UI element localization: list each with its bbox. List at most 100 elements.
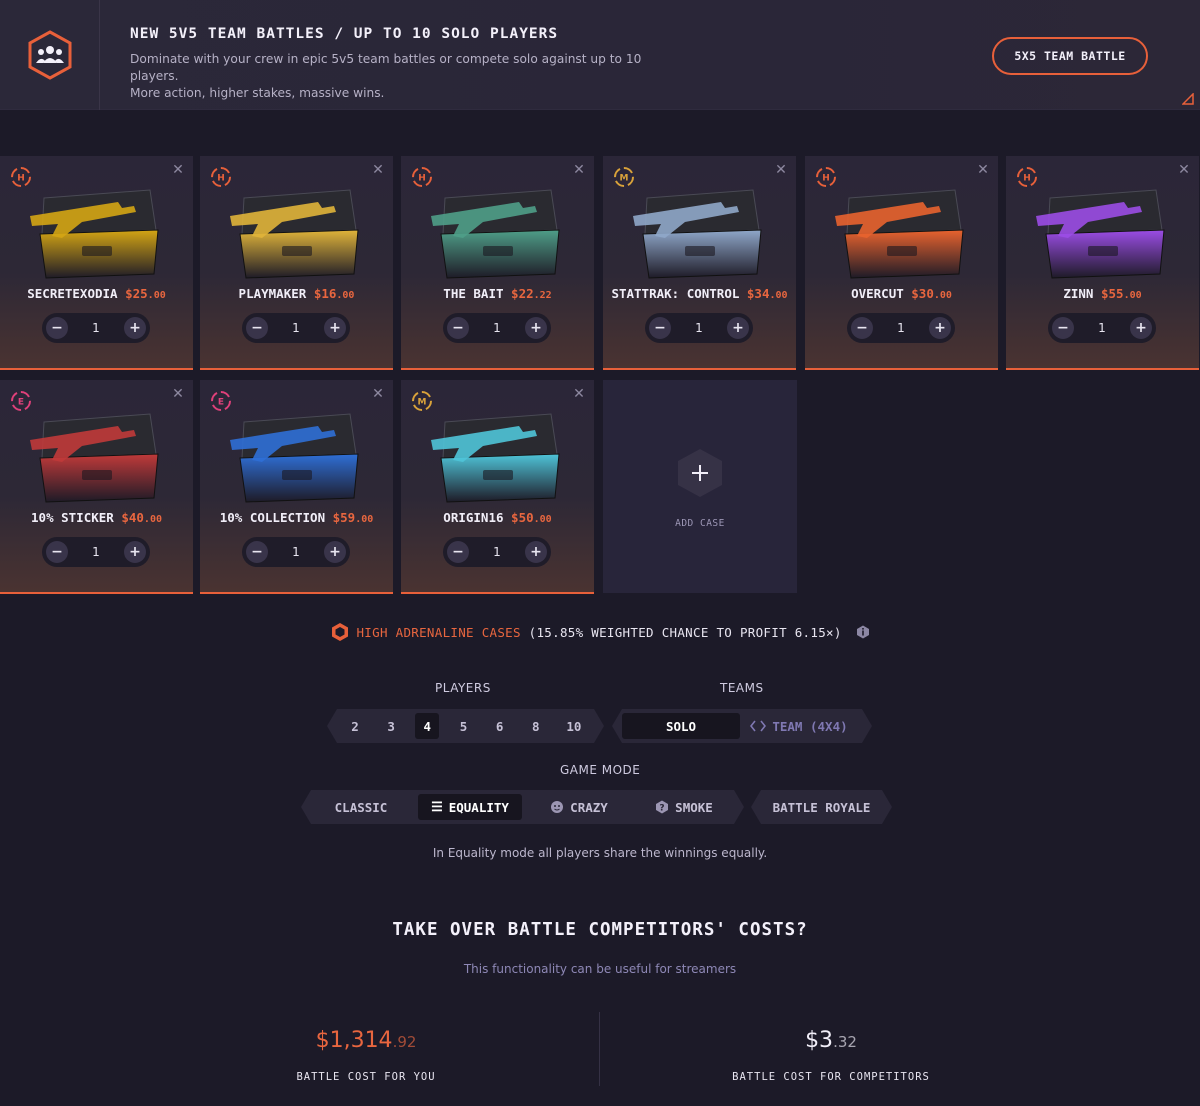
case-card[interactable]: H ✕ PLAYMAKER $16.00 − 1 +	[200, 156, 393, 370]
case-title: 10% STICKER	[31, 510, 114, 525]
case-title: STATTRAK: CONTROL	[611, 286, 740, 301]
case-odds-info: HIGH ADRENALINE CASES (15.85% WEIGHTED C…	[0, 622, 1200, 642]
team-option-solo[interactable]: SOLO	[622, 713, 740, 739]
case-card[interactable]: M ✕ ORIGIN16 $50.00 − 1 +	[401, 380, 594, 594]
decrease-button[interactable]: −	[46, 317, 68, 339]
case-price-cents: .00	[533, 514, 552, 525]
increase-button[interactable]: +	[123, 317, 146, 339]
increase-button[interactable]: +	[323, 317, 346, 339]
decrease-button[interactable]: −	[447, 541, 469, 563]
player-count-option[interactable]: 4	[415, 713, 439, 739]
increase-button[interactable]: +	[524, 541, 547, 563]
increase-button[interactable]: +	[726, 317, 749, 339]
increase-button[interactable]: +	[928, 317, 951, 339]
case-card[interactable]: M ✕ STATTRAK: CONTROL $34.00 − 1 +	[603, 156, 796, 370]
case-name: PLAYMAKER $16.00	[200, 286, 393, 301]
remove-case-icon[interactable]: ✕	[371, 163, 385, 177]
remove-case-icon[interactable]: ✕	[572, 163, 586, 177]
player-count-option[interactable]: 5	[451, 713, 475, 739]
player-count-option[interactable]: 3	[379, 713, 403, 739]
case-price-cents: .00	[143, 514, 162, 525]
case-card[interactable]: H ✕ ZINN $55.00 − 1 +	[1006, 156, 1199, 370]
mode-battle-royale[interactable]: BATTLE ROYALE	[759, 794, 884, 820]
case-image	[431, 189, 560, 279]
quantity-value: 1	[493, 321, 501, 335]
case-price-cents: .00	[336, 290, 355, 301]
decrease-button[interactable]: −	[447, 317, 469, 339]
case-price-cents: .00	[769, 290, 788, 301]
quantity-value: 1	[92, 321, 100, 335]
remove-case-icon[interactable]: ✕	[976, 163, 990, 177]
remove-case-icon[interactable]: ✕	[171, 387, 185, 401]
quantity-stepper: − 1 +	[645, 313, 753, 343]
decrease-button[interactable]: −	[1052, 317, 1074, 339]
case-card[interactable]: H ✕ OVERCUT $30.00 − 1 +	[805, 156, 998, 370]
quantity-value: 1	[897, 321, 905, 335]
case-price: $55	[1101, 286, 1124, 301]
mode-crazy-label: CRAZY	[570, 799, 608, 815]
quantity-stepper: − 1 +	[42, 313, 150, 343]
odds-detail: (15.85% WEIGHTED CHANCE TO PROFIT 6.15×)	[520, 625, 842, 640]
mode-equality-label: EQUALITY	[448, 799, 509, 815]
case-image	[230, 189, 359, 279]
case-price: $34	[746, 286, 770, 301]
increase-button[interactable]: +	[323, 541, 346, 563]
remove-case-icon[interactable]: ✕	[171, 163, 185, 177]
player-count-option[interactable]: 8	[524, 713, 548, 739]
cost-you-decimal: .92	[392, 1033, 417, 1051]
decrease-button[interactable]: −	[851, 317, 873, 339]
case-name: SECRETEXODIA $25.00	[0, 286, 193, 301]
increase-button[interactable]: +	[1129, 317, 1152, 339]
add-case-card[interactable]: ADD CASE	[603, 380, 797, 593]
info-icon[interactable]	[856, 625, 870, 639]
case-card[interactable]: H ✕ THE BAIT $22.22 − 1 +	[401, 156, 594, 370]
cost-for-competitors-option[interactable]: $3.32	[731, 1028, 931, 1053]
remove-case-icon[interactable]: ✕	[774, 163, 788, 177]
battle-royale-selector: BATTLE ROYALE	[751, 790, 892, 824]
player-count-option[interactable]: 6	[488, 713, 512, 739]
divider	[599, 1012, 600, 1086]
quantity-value: 1	[695, 321, 703, 335]
decrease-button[interactable]: −	[246, 541, 268, 563]
mode-equality[interactable]: ☰ EQUALITY	[418, 794, 522, 820]
case-card[interactable]: E ✕ 10% COLLECTION $59.00 − 1 +	[200, 380, 393, 594]
increase-button[interactable]: +	[123, 541, 146, 563]
quantity-stepper: − 1 +	[443, 537, 551, 567]
case-name: 10% STICKER $40.00	[0, 510, 193, 525]
case-title: ORIGIN16	[443, 510, 504, 525]
cost-for-you-option[interactable]: $1,314.92	[266, 1028, 466, 1053]
case-card[interactable]: E ✕ 10% STICKER $40.00 − 1 +	[0, 380, 193, 594]
decrease-button[interactable]: −	[649, 317, 671, 339]
player-count-option[interactable]: 10	[560, 713, 588, 739]
team-battle-button[interactable]: 5X5 TEAM BATTLE	[992, 37, 1148, 75]
mode-smoke[interactable]: ? SMOKE	[636, 794, 732, 820]
team-icon	[28, 30, 71, 80]
quantity-stepper: − 1 +	[242, 537, 350, 567]
case-card[interactable]: H ✕ SECRETEXODIA $25.00 − 1 +	[0, 156, 193, 370]
case-image	[633, 189, 762, 279]
promo-banner: NEW 5V5 TEAM BATTLES / UP TO 10 SOLO PLA…	[0, 0, 1200, 110]
remove-case-icon[interactable]: ✕	[1177, 163, 1191, 177]
add-case-button[interactable]	[676, 448, 724, 498]
quantity-stepper: − 1 +	[242, 313, 350, 343]
cost-you-main: $1,314	[315, 1028, 393, 1053]
team-diamond-icon	[750, 720, 766, 732]
add-case-label: ADD CASE	[675, 518, 725, 529]
mode-classic[interactable]: CLASSIC	[313, 794, 409, 820]
increase-button[interactable]: +	[524, 317, 547, 339]
decrease-button[interactable]: −	[246, 317, 268, 339]
team-option-label: TEAM (4X4)	[772, 718, 848, 734]
remove-case-icon[interactable]: ✕	[572, 387, 586, 401]
case-image	[1036, 189, 1165, 279]
team-option-team[interactable]: TEAM (4X4)	[740, 713, 858, 739]
banner-description: Dominate with your crew in epic 5v5 team…	[130, 51, 690, 102]
quantity-value: 1	[292, 321, 300, 335]
case-title: PLAYMAKER	[238, 286, 307, 301]
decrease-button[interactable]: −	[46, 541, 68, 563]
remove-case-icon[interactable]: ✕	[371, 387, 385, 401]
quantity-stepper: − 1 +	[443, 313, 551, 343]
mode-crazy[interactable]: CRAZY	[531, 794, 627, 820]
player-count-option[interactable]: 2	[343, 713, 367, 739]
case-name: ORIGIN16 $50.00	[401, 510, 594, 525]
case-image	[30, 413, 159, 503]
